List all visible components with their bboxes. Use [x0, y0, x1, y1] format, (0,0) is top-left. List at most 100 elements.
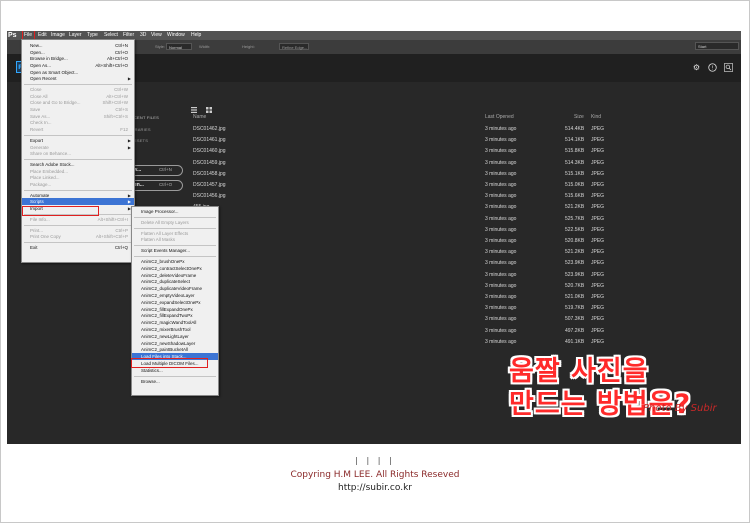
file-last-opened: 3 minutes ago [485, 126, 517, 132]
file-last-opened: 3 minutes ago [485, 316, 517, 323]
file-size: 521.2KB [565, 249, 585, 256]
style-select[interactable]: Normal [166, 43, 192, 50]
file-menu-item-share-on-behance[interactable]: Share on Behance... [22, 150, 134, 157]
file-kind: JPEG [591, 170, 605, 177]
file-last-opened: 3 minutes ago [485, 215, 517, 222]
file-size: 523.9KB [565, 271, 585, 278]
file-menu-item-exit[interactable]: Exit Ctrl+Q [22, 244, 134, 251]
file-menu-item-file-info[interactable]: File Info... Alt+Shift+Ctrl+I [22, 216, 134, 223]
file-size: 514.3KB [565, 159, 585, 166]
menu-item-label: Flatten All Masks [141, 237, 176, 243]
menu-separator [24, 224, 132, 226]
scripts-menu-item-script-events-manager[interactable]: Script Events Manager... [132, 247, 218, 254]
footer-bars: | | | | [355, 456, 395, 465]
file-kind: JPEG [591, 126, 605, 132]
scripts-menu-item-browse[interactable]: Browse... [132, 378, 218, 385]
file-last-opened: 3 minutes ago [485, 260, 517, 267]
grid-view-icon[interactable] [206, 98, 212, 113]
table-row[interactable]: 449.jpg3 minutes ago523.9KBJPEG [7, 270, 741, 281]
help-icon[interactable]: ! [708, 63, 717, 72]
refine-edge-button[interactable]: Refine Edge... [279, 43, 309, 50]
file-last-opened: 3 minutes ago [485, 182, 517, 188]
scripts-menu-item-flatten-all-masks[interactable]: Flatten All Masks [132, 236, 218, 243]
list-view-icon[interactable] [191, 98, 197, 113]
file-size: 497.2KB [565, 327, 585, 334]
col-size[interactable]: Size [574, 114, 584, 120]
file-last-opened: 3 minutes ago [485, 338, 517, 345]
file-kind: JPEG [591, 193, 605, 200]
menu-item-shortcut: Alt+Shift+Ctrl+I [97, 216, 128, 222]
file-last-opened: 3 minutes ago [485, 159, 517, 166]
workspace-select[interactable]: Start [695, 42, 739, 50]
submenu-arrow-icon: ▶ [127, 76, 131, 82]
file-name: DSC01459.jpg [193, 159, 226, 166]
file-last-opened: 3 minutes ago [485, 238, 517, 244]
table-row[interactable]: 443.jpg3 minutes ago491.1KBJPEG [7, 337, 741, 348]
scripts-menu-item-image-processor[interactable]: Image Processor... [132, 208, 218, 215]
file-last-opened: 3 minutes ago [485, 294, 517, 300]
footer-url[interactable]: http://subir.co.kr [0, 483, 750, 493]
file-name: DSC01456.jpg [193, 193, 226, 200]
table-row[interactable]: 447.jpg3 minutes ago521.0KBJPEG [7, 292, 741, 303]
file-menu-item-revert[interactable]: Revert F12 [22, 126, 134, 133]
menu-item-shortcut: Alt+Shift+Ctrl+P [95, 234, 128, 240]
col-kind[interactable]: Kind [591, 114, 601, 120]
file-size: 515.0KB [565, 182, 585, 188]
file-menu-item-package[interactable]: Package... [22, 181, 134, 188]
col-last-opened[interactable]: Last Opened [485, 114, 514, 120]
file-last-opened: 3 minutes ago [485, 170, 517, 177]
file-kind: JPEG [591, 215, 605, 222]
file-kind: JPEG [591, 238, 605, 244]
table-row[interactable]: 444.jpg3 minutes ago497.2KBJPEG [7, 326, 741, 337]
file-menu-item-print-one-copy[interactable]: Print One Copy Alt+Shift+Ctrl+P [22, 233, 134, 240]
search-icon[interactable] [724, 63, 733, 72]
file-last-opened: 3 minutes ago [485, 327, 517, 334]
file-last-opened: 3 minutes ago [485, 137, 517, 144]
table-row[interactable]: 448.jpg3 minutes ago520.7KBJPEG [7, 281, 741, 292]
file-size: 514.4KB [565, 126, 585, 132]
file-kind: JPEG [591, 159, 605, 166]
caption-line1: 움짤 사진을 [509, 356, 649, 387]
style-label: Style: [155, 44, 166, 49]
menu-item-label: Image Processor... [141, 209, 179, 214]
menu-separator [24, 158, 132, 160]
load-files-highlight-box [131, 358, 208, 368]
file-size: 514.1KB [565, 137, 585, 144]
menu-separator [24, 84, 132, 85]
col-name[interactable]: Name [193, 114, 206, 120]
file-last-opened: 3 minutes ago [485, 249, 517, 256]
file-kind: JPEG [591, 282, 605, 289]
table-row[interactable]: 446.jpg3 minutes ago519.7KBJPEG [7, 303, 741, 314]
file-kind: JPEG [591, 260, 605, 267]
file-kind: JPEG [591, 182, 605, 188]
menu-item-label: Delete All Empty Layers [141, 219, 189, 225]
menu-3d[interactable]: 3D [140, 31, 146, 40]
scripts-menu-item-delete-all-empty-layers[interactable]: Delete All Empty Layers [132, 219, 218, 226]
file-name: DSC01457.jpg [193, 182, 226, 188]
menu-item-label: Browse... [141, 378, 160, 384]
menu-separator [134, 245, 216, 247]
menu-window[interactable]: Window [167, 31, 185, 40]
file-size: 525.7KB [565, 215, 585, 222]
table-row[interactable]: 445.jpg3 minutes ago507.3KBJPEG [7, 314, 741, 325]
menu-help[interactable]: Help [191, 31, 201, 40]
ps-logo: Ps [8, 32, 17, 39]
menu-item-label: Share on Behance... [30, 151, 72, 157]
menu-separator [134, 216, 216, 218]
file-last-opened: 3 minutes ago [485, 271, 517, 278]
menu-view[interactable]: View [151, 31, 162, 40]
gear-icon[interactable]: ⚙ [692, 63, 701, 72]
menu-separator [24, 242, 132, 244]
menu-separator [134, 375, 216, 377]
file-menu-item-open-recent[interactable]: Open Recent ▶ [22, 75, 134, 82]
menu-separator [24, 134, 132, 136]
menu-separator [134, 256, 216, 257]
menu-item-shortcut: F12 [120, 127, 128, 132]
file-kind: JPEG [591, 137, 605, 144]
photoshop-screenshot: Ps File Edit Image Layer Type Select Fil… [7, 31, 741, 444]
file-size: 507.3KB [565, 316, 585, 323]
file-size: 515.8KB [565, 148, 585, 155]
file-last-opened: 3 minutes ago [485, 148, 517, 155]
file-name: DSC01458.jpg [193, 170, 226, 177]
file-size: 521.0KB [565, 294, 585, 300]
